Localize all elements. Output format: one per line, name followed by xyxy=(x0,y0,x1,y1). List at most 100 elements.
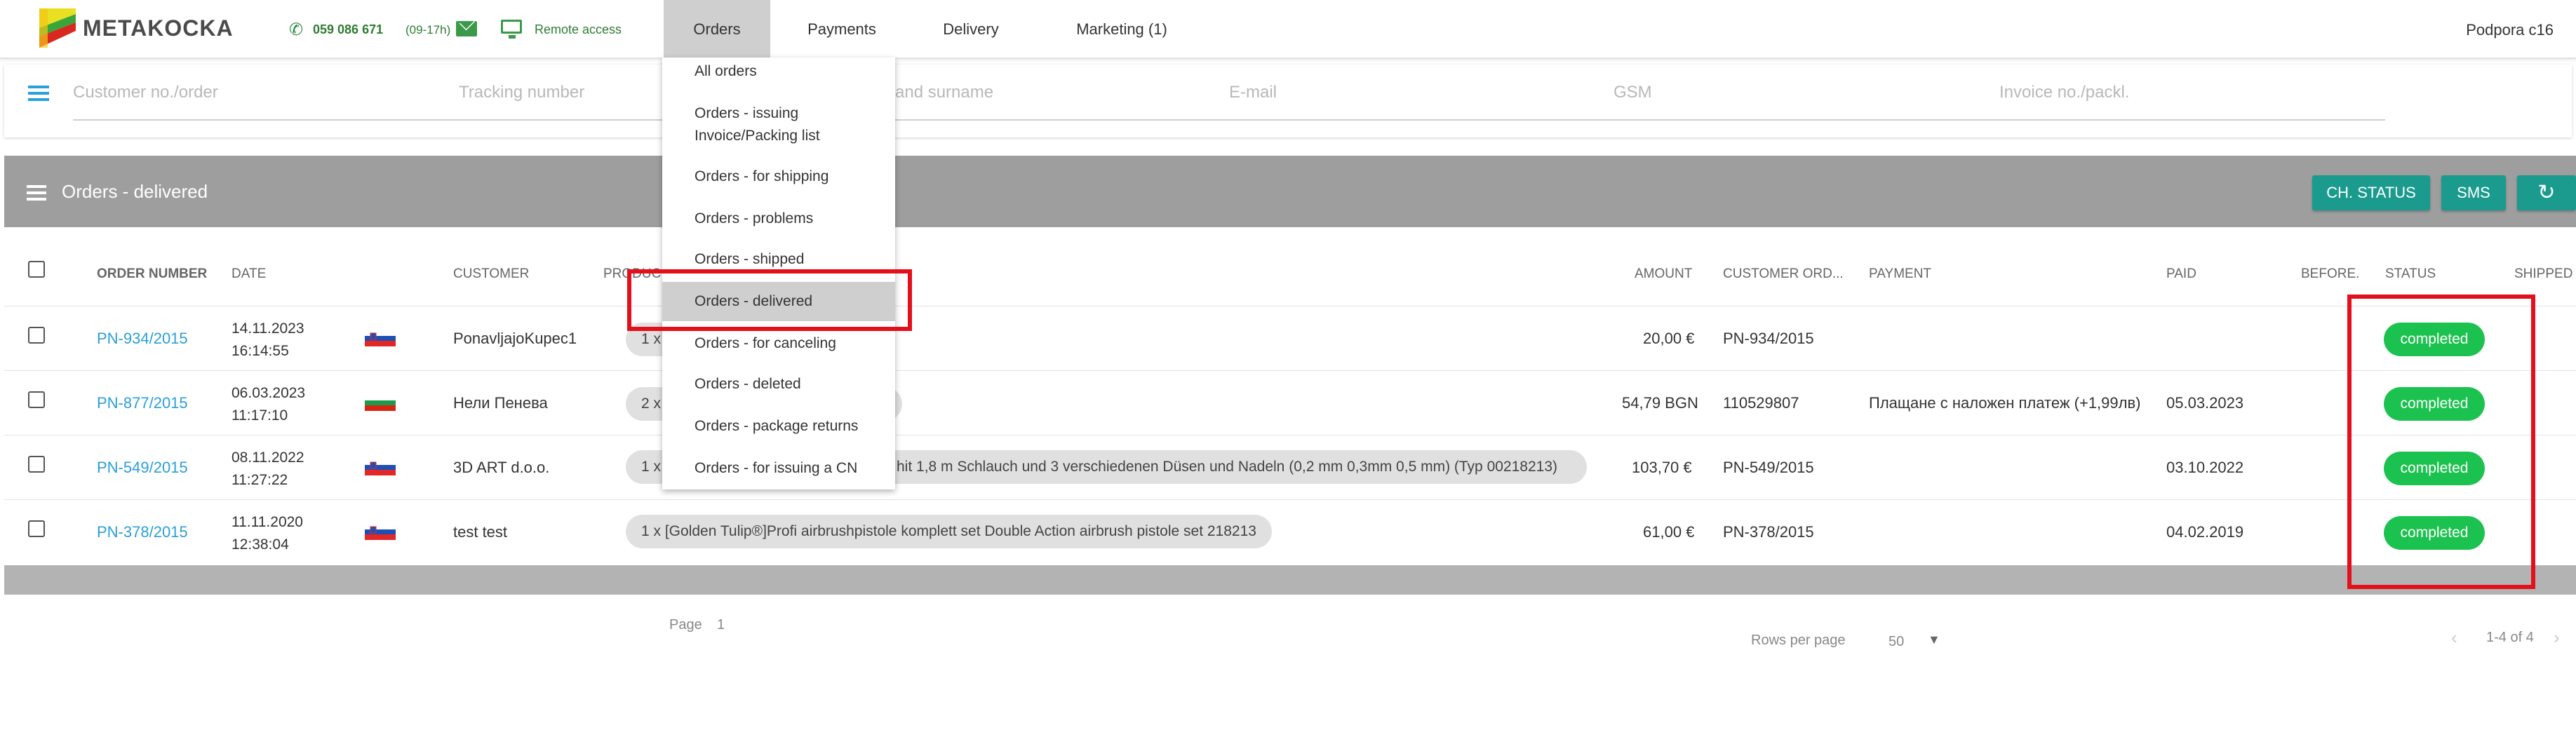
menu-item-deleted[interactable]: Orders - deleted xyxy=(695,373,801,396)
menu-item-issuing-cn[interactable]: Orders - for issuing a CN xyxy=(695,457,857,480)
list-icon xyxy=(27,185,46,201)
order-number-link[interactable]: PN-934/2015 xyxy=(97,330,188,348)
search-invoice-input[interactable]: Invoice no./packl. xyxy=(1999,83,2129,102)
chevron-right-icon[interactable]: › xyxy=(2554,627,2560,649)
column-payment[interactable]: PAYMENT xyxy=(1869,266,1931,282)
list-title: Orders - delivered xyxy=(62,181,208,202)
order-date: 14.11.2023 xyxy=(232,320,304,337)
menu-item-issuing[interactable]: Orders - issuing xyxy=(695,102,798,125)
search-panel xyxy=(4,65,2572,137)
column-amount[interactable]: AMOUNT xyxy=(1635,266,1692,282)
refresh-icon: ↻ xyxy=(2537,181,2556,204)
customer-name: Нели Пенева xyxy=(453,394,548,412)
menu-item-all-orders[interactable]: All orders xyxy=(695,60,757,83)
menu-item-for-canceling[interactable]: Orders - for canceling xyxy=(695,332,836,355)
menu-item-shipped[interactable]: Orders - shipped xyxy=(695,248,804,271)
menu-item-for-shipping[interactable]: Orders - for shipping xyxy=(695,165,829,188)
row-checkbox[interactable] xyxy=(28,520,45,537)
order-time: 12:38:04 xyxy=(232,536,289,553)
support-hours: (09-17h) xyxy=(405,23,451,36)
pagination-range: 1-4 of 4 xyxy=(2486,630,2534,645)
menu-item-problems[interactable]: Orders - problems xyxy=(695,208,813,230)
search-gsm-input[interactable]: GSM xyxy=(1614,83,1652,102)
search-email-input[interactable]: E-mail xyxy=(1229,83,1277,102)
order-date: 11.11.2020 xyxy=(232,514,303,530)
product-quantity: 1 x xyxy=(641,459,662,475)
column-customer[interactable]: CUSTOMER xyxy=(453,266,529,282)
flag-si-icon xyxy=(365,460,396,475)
chevron-left-icon[interactable]: ‹ xyxy=(2451,627,2457,649)
row-checkbox[interactable] xyxy=(28,391,45,408)
order-number-link[interactable]: PN-378/2015 xyxy=(97,523,188,541)
rows-per-page-label: Rows per page xyxy=(1751,633,1846,648)
mail-icon[interactable] xyxy=(456,21,477,36)
row-checkbox[interactable] xyxy=(28,456,45,473)
product-chip[interactable]: 1 x [Golden Tulip®]Profi airbrushpistole… xyxy=(626,515,1272,548)
list-header xyxy=(4,156,2576,227)
paid-date: 04.02.2019 xyxy=(2166,523,2244,541)
column-date[interactable]: DATE xyxy=(232,266,266,282)
select-all-checkbox[interactable] xyxy=(28,261,45,278)
nav-payments[interactable]: Payments xyxy=(800,0,884,58)
highlight-box-status xyxy=(2347,295,2535,589)
order-number-link[interactable]: PN-877/2015 xyxy=(97,394,188,412)
order-time: 11:17:10 xyxy=(232,407,288,424)
column-order-number[interactable]: ORDER NUMBER xyxy=(97,266,207,282)
paid-date: 03.10.2022 xyxy=(2166,459,2244,476)
flag-si-icon xyxy=(365,525,396,540)
customer-name: 3D ART d.o.o. xyxy=(453,459,550,476)
order-amount: 54,79 BGN xyxy=(1622,394,1698,412)
order-amount: 61,00 € xyxy=(1643,523,1695,541)
nav-delivery[interactable]: Delivery xyxy=(934,0,1007,58)
order-date: 08.11.2022 xyxy=(232,450,304,466)
flag-bg-icon xyxy=(365,396,396,411)
list-icon[interactable] xyxy=(28,86,49,101)
phone-icon: ✆ xyxy=(289,20,304,39)
column-paid[interactable]: PAID xyxy=(2166,266,2196,282)
column-shipped[interactable]: SHIPPED xyxy=(2514,266,2572,282)
highlight-box-delivered xyxy=(627,269,912,331)
row-divider xyxy=(4,499,2576,500)
customer-name: test test xyxy=(453,523,508,541)
search-underline xyxy=(73,119,2385,121)
page-number[interactable]: 1 xyxy=(717,617,725,633)
customer-order-number: PN-549/2015 xyxy=(1723,459,1814,476)
user-menu[interactable]: Podpora c16 xyxy=(2466,21,2554,39)
brand-name: METAKOCKA xyxy=(83,15,234,41)
support-phone: 059 086 671 xyxy=(313,22,384,36)
nav-marketing[interactable]: Marketing (1) xyxy=(1055,0,1188,58)
page-label: Page xyxy=(669,617,702,633)
column-before[interactable]: BEFORE. xyxy=(2301,266,2359,282)
row-divider xyxy=(4,370,2576,371)
column-status[interactable]: STATUS xyxy=(2385,266,2436,282)
top-bar xyxy=(0,0,2576,59)
logo-icon[interactable] xyxy=(39,8,76,48)
search-tracking-number-input[interactable]: Tracking number xyxy=(459,83,584,102)
product-description: hit 1,8 m Schlauch und 3 verschiedenen D… xyxy=(897,459,1557,475)
customer-name: PonavljajoKupec1 xyxy=(453,330,577,347)
nav-orders[interactable]: Orders xyxy=(664,0,770,58)
order-time: 16:14:55 xyxy=(232,343,289,359)
menu-item-package-returns[interactable]: Orders - package returns xyxy=(695,415,858,438)
remote-access-link[interactable]: Remote access xyxy=(535,22,622,37)
horizontal-scrollbar[interactable] xyxy=(4,565,2576,595)
customer-order-number: 110529807 xyxy=(1723,394,1799,412)
row-checkbox[interactable] xyxy=(28,327,45,344)
order-amount: 20,00 € xyxy=(1643,330,1695,347)
monitor-icon[interactable] xyxy=(501,20,522,39)
dropdown-arrow-icon[interactable]: ▼ xyxy=(1928,633,1940,647)
sms-button[interactable]: SMS xyxy=(2441,175,2506,210)
menu-item-issuing-line2[interactable]: Invoice/Packing list xyxy=(695,125,820,147)
order-number-link[interactable]: PN-549/2015 xyxy=(97,459,188,477)
search-customer-order-input[interactable]: Customer no./order xyxy=(73,83,218,102)
refresh-button[interactable]: ↻ xyxy=(2517,175,2576,210)
order-date: 06.03.2023 xyxy=(232,385,306,401)
order-time: 11:27:22 xyxy=(232,472,288,488)
column-customer-order[interactable]: CUSTOMER ORD... xyxy=(1723,266,1844,282)
change-status-button[interactable]: CH. STATUS xyxy=(2312,175,2430,210)
search-name-surname-input[interactable]: and surname xyxy=(895,83,993,102)
paid-date: 05.03.2023 xyxy=(2166,394,2244,412)
customer-order-number: PN-934/2015 xyxy=(1723,330,1814,347)
payment-method: Плащане с наложен платеж (+1,99лв) xyxy=(1869,394,2141,412)
rows-per-page-select[interactable]: 50 xyxy=(1889,634,1904,650)
